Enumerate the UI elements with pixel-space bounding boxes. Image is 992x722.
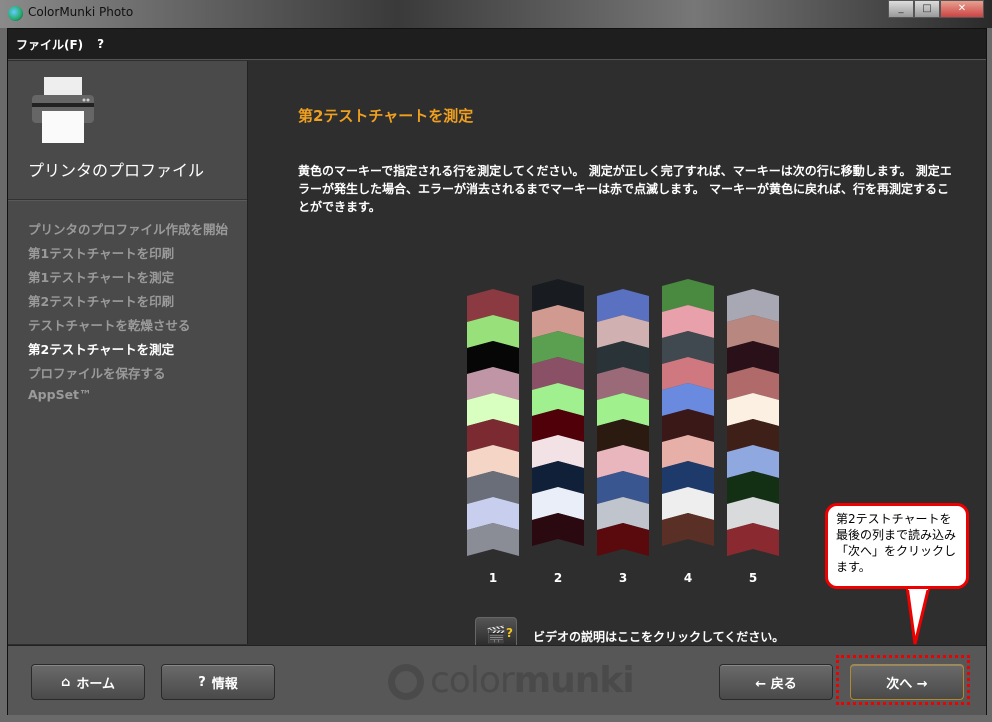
color-patch [597,523,649,556]
step-dry-chart: テストチャートを乾燥させる [28,318,191,333]
info-label: 情報 [211,676,238,692]
strip-label: 4 [683,571,693,585]
next-button-highlight [836,655,970,705]
color-patch [727,523,779,556]
annotation-callout: 第2テストチャートを最後の列まで読み込み「次へ」をクリックします。 [825,503,969,589]
callout-tail [905,586,931,645]
minimize-button[interactable]: _ [888,0,914,18]
title-bar: ColorMunki Photo _ □ ✕ [0,0,992,28]
page-title: 第2テストチャートを測定 [298,107,474,125]
chart-strip-1 [467,289,519,556]
step-save-profile: プロファイルを保存する [28,366,166,381]
instructions: 黄色のマーキーで指定される行を測定してください。 測定が正しく完了すれば、マーキ… [298,164,952,214]
step-print-chart-2: 第2テストチャートを印刷 [28,294,175,309]
home-label: ホーム [76,676,115,692]
colormunki-logo: colormunki [388,660,635,701]
strip-label: 5 [748,571,758,585]
strip-label: 2 [553,571,563,585]
maximize-button[interactable]: □ [914,0,940,18]
step-measure-chart-1: 第1テストチャートを測定 [28,270,175,285]
strip-label: 3 [618,571,628,585]
step-list: プリンタのプロファイル作成を開始 第1テストチャートを印刷 第1テストチャートを… [28,219,228,411]
chart-strip-2 [532,279,584,546]
clapperboard-icon: 🎬 [486,625,506,644]
home-icon: ⌂ [61,674,71,690]
question-icon: ? [198,674,206,690]
chart-strip-3 [597,289,649,556]
info-button[interactable]: ? 情報 [161,664,275,700]
chart-strip-5 [727,289,779,556]
close-button[interactable]: ✕ [940,0,984,18]
step-measure-chart-2: 第2テストチャートを測定 [28,342,175,357]
color-patch [467,523,519,556]
strip-label: 1 [488,571,498,585]
app-icon [8,6,23,21]
step-print-chart-1: 第1テストチャートを印刷 [28,246,175,261]
home-button[interactable]: ⌂ ホーム [31,664,145,700]
color-patch [532,513,584,546]
printer-icon [32,77,94,143]
menu-bar: ファイル(F) ? [8,29,986,60]
video-link[interactable]: ビデオの説明はここをクリックしてください。 [533,628,784,645]
color-patch [662,513,714,546]
sidebar: プリンタのプロファイル プリンタのプロファイル作成を開始 第1テストチャートを印… [8,61,248,644]
step-appset: AppSet™ [28,387,92,402]
chart-strip-4 [662,279,714,546]
divider [8,199,247,201]
menu-help[interactable]: ? [97,37,104,51]
app-window: ファイル(F) ? プリンタのプロファイル プリンタのプロファイル作成を開始 第… [7,28,987,715]
sidebar-title: プリンタのプロファイル [28,161,205,180]
step-start: プリンタのプロファイル作成を開始 [28,222,229,237]
back-button[interactable]: ← 戻る [719,664,833,700]
menu-file[interactable]: ファイル(F) [16,36,83,53]
window-title: ColorMunki Photo [28,5,134,19]
